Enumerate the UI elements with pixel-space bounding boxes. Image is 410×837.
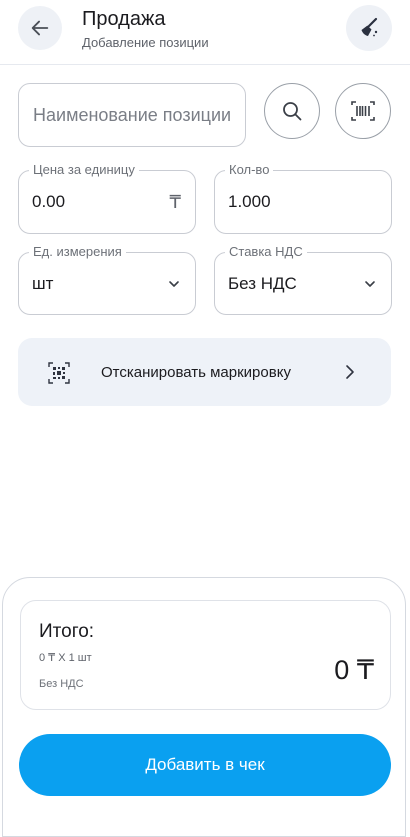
unit-select[interactable]: Ед. измерения шт (18, 244, 196, 315)
price-field[interactable]: Цена за единицу 0.00 ₸ (18, 162, 196, 234)
quantity-value: 1.000 (228, 192, 271, 211)
barcode-scan-icon (351, 101, 375, 121)
scan-marking-label: Отсканировать маркировку (101, 363, 291, 381)
vat-rate-select[interactable]: Ставка НДС Без НДС (214, 244, 392, 315)
unit-value: шт (32, 273, 54, 293)
back-button[interactable] (18, 6, 62, 50)
currency-symbol: ₸ (169, 191, 181, 212)
total-title: Итого: (39, 621, 95, 642)
page-subtitle: Добавление позиции (82, 35, 209, 50)
total-vat: Без НДС (39, 678, 84, 690)
app-header: Продажа Добавление позиции (0, 0, 410, 65)
item-name-field[interactable]: Наименование позиции (18, 83, 246, 147)
search-button[interactable] (264, 83, 320, 139)
add-to-receipt-button[interactable]: Добавить в чек (19, 734, 391, 796)
barcode-scan-button[interactable] (335, 83, 391, 139)
broom-icon (361, 17, 378, 37)
page-title: Продажа (82, 8, 166, 30)
chevron-down-icon (363, 253, 377, 314)
vat-rate-value: Без НДС (228, 273, 297, 293)
total-card: Итого: 0 ₸ X 1 шт Без НДС 0 ₸ (20, 600, 391, 710)
quantity-field[interactable]: Кол-во 1.000 (214, 162, 392, 234)
item-name-placeholder: Наименование позиции (33, 104, 232, 125)
chevron-right-icon (346, 365, 354, 379)
total-amount: 0 ₸ (334, 655, 374, 685)
price-value: 0.00 (32, 192, 66, 211)
arrow-left-icon (31, 20, 49, 36)
chevron-down-icon (167, 253, 181, 314)
clear-form-button[interactable] (346, 5, 392, 51)
scan-marking-button[interactable]: Отсканировать маркировку (18, 338, 391, 406)
search-icon (283, 102, 302, 121)
datamatrix-scan-icon (48, 362, 70, 384)
total-calculation: 0 ₸ X 1 шт (39, 652, 92, 664)
